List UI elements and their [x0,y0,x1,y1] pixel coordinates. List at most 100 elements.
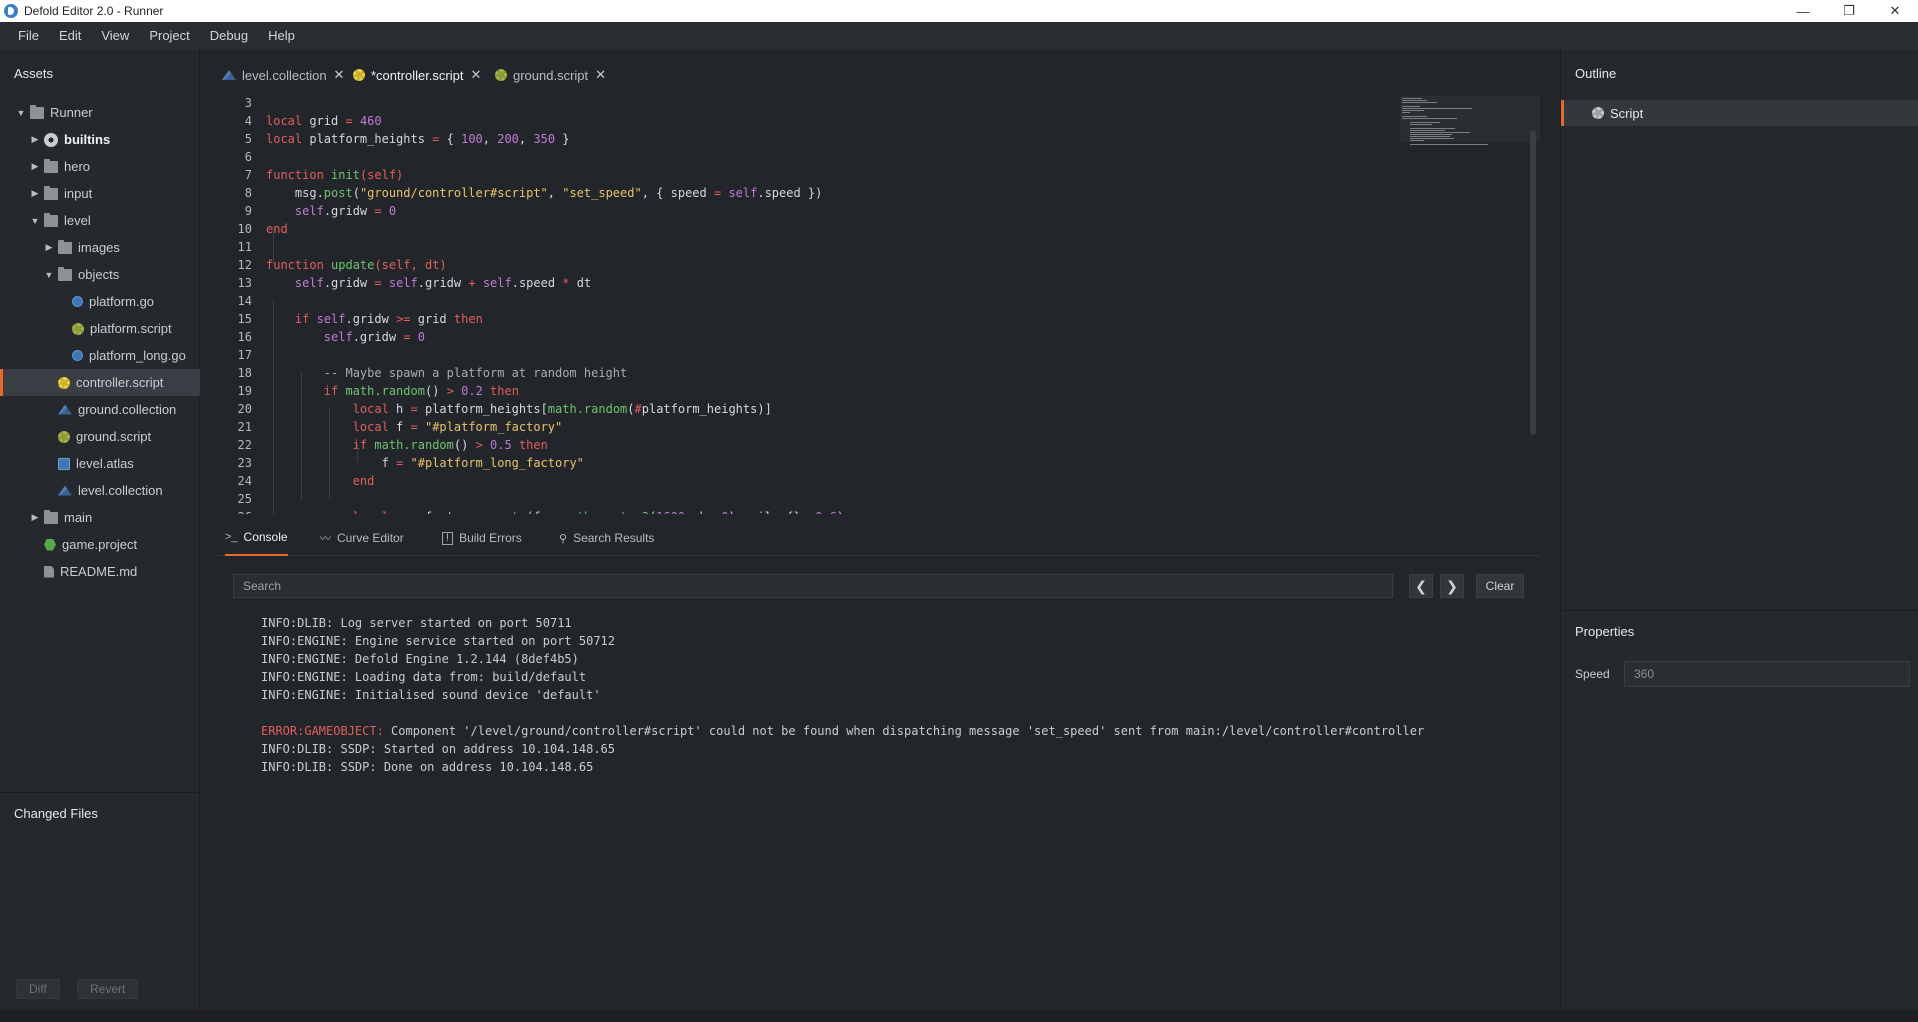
code-line[interactable]: 14 [216,292,1396,310]
menu-edit[interactable]: Edit [49,22,91,50]
diff-button[interactable]: Diff [16,979,60,999]
code-token: local [266,132,303,146]
code-text: local p = factory.create(f, vmath.vector… [266,508,844,514]
asset-tree-item[interactable]: platform_long.go [0,342,200,369]
clear-console-button[interactable]: Clear [1476,574,1524,598]
code-line[interactable]: 24 end [216,472,1396,490]
line-number: 24 [237,474,252,488]
next-match-button[interactable]: ❯ [1440,574,1464,598]
asset-tree-item-label: level.atlas [76,456,134,471]
asset-tree-item[interactable]: game.project [0,531,200,558]
asset-tree-item[interactable]: ▶ hero [0,153,200,180]
chevron-right-icon[interactable]: ▶ [28,188,42,199]
asset-tree-item[interactable]: ground.collection [0,396,200,423]
code-token: "#platform_long_factory" [410,456,584,470]
line-number: 13 [237,276,252,290]
line-number: 22 [237,438,252,452]
code-line[interactable]: 21 local f = "#platform_factory" [216,418,1396,436]
code-line[interactable]: 13 self.gridw = self.gridw + self.speed … [216,274,1396,292]
minimap[interactable] [1400,96,1540,146]
code-line[interactable]: 20 local h = platform_heights[math.rando… [216,400,1396,418]
menu-project[interactable]: Project [139,22,199,50]
code-line[interactable]: 4 local grid = 460 [216,112,1396,130]
restore-button[interactable]: ❐ [1826,0,1872,22]
asset-tree-item[interactable]: level.collection [0,477,200,504]
tab-level-collection[interactable]: level.collection ✕ [220,64,344,86]
asset-tree-item[interactable]: ▶ main [0,504,200,531]
asset-tree-item[interactable]: ▼ level [0,207,200,234]
line-number: 10 [237,222,252,236]
chevron-down-icon[interactable]: ▼ [42,270,56,280]
asset-tree-item[interactable]: ground.script [0,423,200,450]
asset-tree-item[interactable]: README.md [0,558,200,585]
line-number: 11 [237,240,252,254]
code-line[interactable]: 10 end [216,220,1396,238]
close-tab-icon[interactable]: ✕ [334,67,345,83]
code-token: platform_heights[ [417,402,548,416]
code-line[interactable]: 16 self.gridw = 0 [216,328,1396,346]
close-tab-icon[interactable]: ✕ [470,67,481,83]
prev-match-button[interactable]: ❮ [1409,574,1433,598]
editor-scrollbar[interactable] [1530,130,1536,435]
asset-tree-item-label: ground.script [76,429,152,444]
asset-tree-item[interactable]: ▶ builtins [0,126,200,153]
code-editor[interactable]: 3 4 local grid = 460 5 local platform_height… [216,96,1540,514]
revert-button[interactable]: Revert [77,979,139,999]
speed-input[interactable] [1624,661,1910,687]
asset-tree-item[interactable]: platform.go [0,288,200,315]
code-line[interactable]: 19 if math.random() > 0.2 then [216,382,1396,400]
code-line[interactable]: 17 [216,346,1396,364]
outline-item-script[interactable]: Script [1561,100,1918,126]
code-token: local [266,114,303,128]
tab-curve-editor[interactable]: 〰 Curve Editor [320,520,404,556]
asset-tree-item[interactable]: ▶ input [0,180,200,207]
code-token: self [388,276,418,290]
tab-build-errors[interactable]: ! Build Errors [442,520,522,556]
chevron-right-icon[interactable]: ▶ [28,512,42,523]
code-line[interactable]: 15 if self.gridw >= grid then [216,310,1396,328]
code-token: 200 [497,132,519,146]
minimize-button[interactable]: — [1780,0,1826,22]
chevron-right-icon[interactable]: ▶ [42,242,56,253]
menu-file[interactable]: File [8,22,49,50]
menu-help[interactable]: Help [258,22,305,50]
code-text: self.gridw = 0 [266,202,396,220]
menu-view[interactable]: View [91,22,139,50]
tab-controller-script[interactable]: *controller.script ✕ [351,64,481,86]
code-line[interactable]: 23 f = "#platform_long_factory" [216,454,1396,472]
close-tab-icon[interactable]: ✕ [595,67,606,83]
code-line[interactable]: 5 local platform_heights = { 100, 200, 35… [216,130,1396,148]
code-line[interactable]: 3 [216,96,1396,112]
code-token: = [403,330,411,344]
code-line[interactable]: 7 function init(self) [216,166,1396,184]
gameobject-icon [72,296,83,307]
asset-tree-item[interactable]: controller.script [0,369,200,396]
console-output[interactable]: INFO:DLIB: Log server started on port 50… [216,614,1540,1010]
chevron-right-icon[interactable]: ▶ [28,161,42,172]
code-line[interactable]: 12 function update(self, dt) [216,256,1396,274]
code-line[interactable]: 25 [216,490,1396,508]
code-line[interactable]: 22 if math.random() > 0.5 then [216,436,1396,454]
tab-ground-script[interactable]: ground.script ✕ [493,64,606,86]
chevron-down-icon[interactable]: ▼ [28,216,42,226]
menu-debug[interactable]: Debug [200,22,258,50]
tab-search-results[interactable]: ⚲ Search Results [559,520,654,556]
chevron-down-icon[interactable]: ▼ [14,108,28,118]
asset-tree-item[interactable]: platform.script [0,315,200,342]
asset-tree-item[interactable]: ▼ objects [0,261,200,288]
code-line[interactable]: 18 -- Maybe spawn a platform at random h… [216,364,1396,382]
code-line[interactable]: 8 msg.post("ground/controller#script", "… [216,184,1396,202]
asset-tree-item[interactable]: level.atlas [0,450,200,477]
code-line[interactable]: 6 [216,148,1396,166]
code-line[interactable]: 11 [216,238,1396,256]
menu-bar: File Edit View Project Debug Help [0,22,1918,50]
console-search-input[interactable] [233,574,1393,598]
tab-console[interactable]: >_ Console [225,520,288,556]
code-line[interactable]: 26 local p = factory.create(f, vmath.vec… [216,508,1396,514]
code-line[interactable]: 9 self.gridw = 0 [216,202,1396,220]
close-window-button[interactable]: ✕ [1872,0,1918,22]
asset-tree-item[interactable]: ▶ images [0,234,200,261]
asset-tree-item[interactable]: ▼ Runner [0,99,200,126]
chevron-right-icon[interactable]: ▶ [28,134,42,145]
